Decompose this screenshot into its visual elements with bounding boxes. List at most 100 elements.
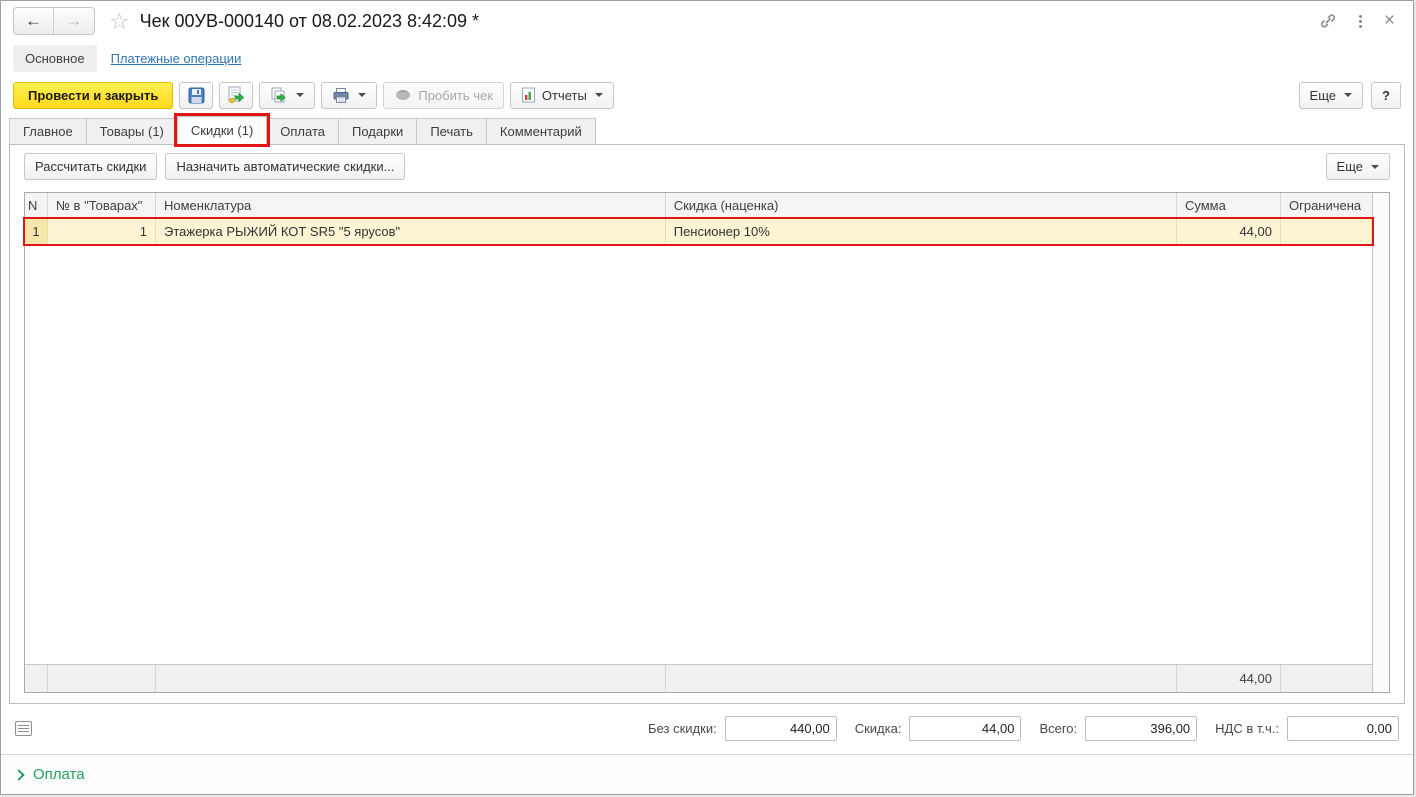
column-header-num-in-goods[interactable]: № в "Товарах" xyxy=(48,193,156,218)
totals-fields: Без скидки: 440,00 Скидка: 44,00 Всего: … xyxy=(638,716,1399,741)
tab-kommentariy[interactable]: Комментарий xyxy=(485,118,596,144)
calculate-discounts-button[interactable]: Рассчитать скидки xyxy=(24,153,158,180)
forward-icon: → xyxy=(65,11,83,30)
tab-podarki[interactable]: Подарки xyxy=(338,118,418,144)
close-icon[interactable]: × xyxy=(1384,10,1395,32)
table-header-row: N № в "Товарах" Номенклатура Скидка (нац… xyxy=(25,193,1372,219)
link-icon[interactable] xyxy=(1319,12,1337,30)
post-document-icon xyxy=(228,86,245,104)
tab-oplata[interactable]: Оплата xyxy=(266,118,340,144)
reports-button[interactable]: Отчеты xyxy=(509,81,614,109)
sum-cell[interactable]: 44,00 xyxy=(1177,219,1281,244)
no-discount-label: Без скидки: xyxy=(648,721,717,736)
chevron-down-icon xyxy=(1371,164,1379,169)
row-number-cell: 1 xyxy=(25,219,48,244)
tab-strip: Главное Товары (1) Скидки (1) Оплата Под… xyxy=(1,113,1413,147)
post-document-button[interactable] xyxy=(219,81,254,109)
table-footer-row: 44,00 xyxy=(25,664,1372,692)
column-header-discount[interactable]: Скидка (наценка) xyxy=(666,193,1177,218)
tab-label: Товары (1) xyxy=(99,124,164,139)
print-icon xyxy=(333,87,349,103)
back-icon: ← xyxy=(25,11,42,30)
column-header-n[interactable]: N xyxy=(25,193,48,218)
form-menu-icon[interactable] xyxy=(15,721,32,736)
total-field[interactable]: 396,00 xyxy=(1085,716,1198,741)
nomenclature-cell[interactable]: Этажерка РЫЖИЙ КОТ SR5 "5 ярусов" xyxy=(156,219,666,244)
total-label: Всего: xyxy=(1039,721,1078,736)
payment-section-toggle[interactable]: Оплата xyxy=(13,766,85,783)
vat-field[interactable]: 0,00 xyxy=(1287,716,1399,741)
tab-label: Оплата xyxy=(280,124,326,139)
discounts-table: N № в "Товарах" Номенклатура Скидка (нац… xyxy=(23,192,1390,693)
column-header-sum[interactable]: Сумма xyxy=(1177,193,1281,218)
chevron-down-icon xyxy=(1344,93,1352,97)
fiscal-receipt-button[interactable]: Пробить чек xyxy=(383,81,504,109)
table-more-button[interactable]: Еще xyxy=(1325,153,1390,180)
save-button[interactable] xyxy=(179,81,214,109)
favorite-star-icon[interactable]: ☆ xyxy=(109,9,130,33)
tab-skidki[interactable]: Скидки (1) xyxy=(173,113,271,147)
tab-page-discounts: Рассчитать скидки Назначить автоматическ… xyxy=(9,144,1405,704)
tab-pechat[interactable]: Печать xyxy=(416,118,487,144)
discounts-table-main: N № в "Товарах" Номенклатура Скидка (нац… xyxy=(23,193,1374,692)
table-empty-area xyxy=(25,244,1372,664)
footer-discount-cell xyxy=(666,665,1177,692)
column-header-nomenclature[interactable]: Номенклатура xyxy=(156,193,666,218)
document-window: ← → ☆ Чек 00УВ-000140 от 08.02.2023 8:42… xyxy=(0,0,1414,795)
reports-icon xyxy=(521,87,535,103)
chevron-down-icon xyxy=(594,93,603,97)
more-actions-label: Еще xyxy=(1309,87,1336,103)
table-command-bar: Рассчитать скидки Назначить автоматическ… xyxy=(10,145,1404,186)
more-menu-icon[interactable] xyxy=(1358,14,1362,28)
title-bar: ← → ☆ Чек 00УВ-000140 от 08.02.2023 8:42… xyxy=(1,1,1413,41)
more-actions-button[interactable]: Еще xyxy=(1298,81,1363,109)
forward-button[interactable]: → xyxy=(54,8,94,34)
no-discount-field[interactable]: 440,00 xyxy=(724,716,837,741)
footer-num-cell xyxy=(48,665,156,692)
titlebar-actions: × xyxy=(1319,10,1403,32)
print-button[interactable] xyxy=(321,81,378,109)
toolbar-right: Еще ? xyxy=(1298,81,1401,109)
num-in-goods-cell[interactable]: 1 xyxy=(48,219,156,244)
table-more-label: Еще xyxy=(1336,159,1363,174)
tab-label: Скидки (1) xyxy=(190,123,254,138)
footer-nomenclature-cell xyxy=(156,665,666,692)
chevron-down-icon xyxy=(296,93,305,97)
fiscal-receipt-label: Пробить чек xyxy=(418,87,493,103)
tab-glavnoe[interactable]: Главное xyxy=(9,118,87,144)
footer-limited-cell xyxy=(1281,665,1372,692)
vertical-scrollbar[interactable] xyxy=(1372,193,1389,692)
chevron-down-icon xyxy=(358,93,367,97)
nav-item-payment-operations[interactable]: Платежные операции xyxy=(111,51,242,66)
table-row[interactable]: 1 1 Этажерка РЫЖИЙ КОТ SR5 "5 ярусов" Пе… xyxy=(23,217,1374,246)
save-icon xyxy=(188,87,205,103)
discount-field[interactable]: 44,00 xyxy=(909,716,1022,741)
navigation-row: Основное Платежные операции xyxy=(1,41,1413,75)
reports-label: Отчеты xyxy=(541,87,587,103)
discount-cell[interactable]: Пенсионер 10% xyxy=(666,219,1177,244)
help-button[interactable]: ? xyxy=(1371,81,1401,109)
tab-tovary[interactable]: Товары (1) xyxy=(85,118,178,144)
payment-section-label: Оплата xyxy=(33,766,85,783)
totals-row: Без скидки: 440,00 Скидка: 44,00 Всего: … xyxy=(1,704,1413,741)
payment-section-row: Оплата xyxy=(1,754,1413,794)
footer-sum-cell: 44,00 xyxy=(1177,665,1281,692)
history-nav: ← → xyxy=(13,7,95,35)
chevron-right-icon xyxy=(13,768,25,781)
footer-n-cell xyxy=(25,665,48,692)
column-header-limited[interactable]: Ограничена xyxy=(1281,193,1372,218)
tab-label: Комментарий xyxy=(499,124,582,139)
back-button[interactable]: ← xyxy=(14,8,54,34)
tab-label: Подарки xyxy=(352,124,404,139)
nav-item-main[interactable]: Основное xyxy=(13,44,97,72)
assign-auto-discounts-button[interactable]: Назначить автоматические скидки... xyxy=(165,153,406,180)
vat-label: НДС в т.ч.: xyxy=(1215,721,1279,736)
fiscal-receipt-icon xyxy=(396,90,411,100)
post-and-close-button[interactable]: Провести и закрыть xyxy=(13,81,174,109)
toolbar: Провести и закрыть Пробить чек Отчеты Ещ… xyxy=(1,75,1413,115)
limited-cell[interactable] xyxy=(1281,219,1372,244)
create-based-on-button[interactable] xyxy=(259,81,316,109)
tab-label: Печать xyxy=(430,124,473,139)
page-title: Чек 00УВ-000140 от 08.02.2023 8:42:09 * xyxy=(139,10,480,31)
discount-label: Скидка: xyxy=(854,721,902,736)
